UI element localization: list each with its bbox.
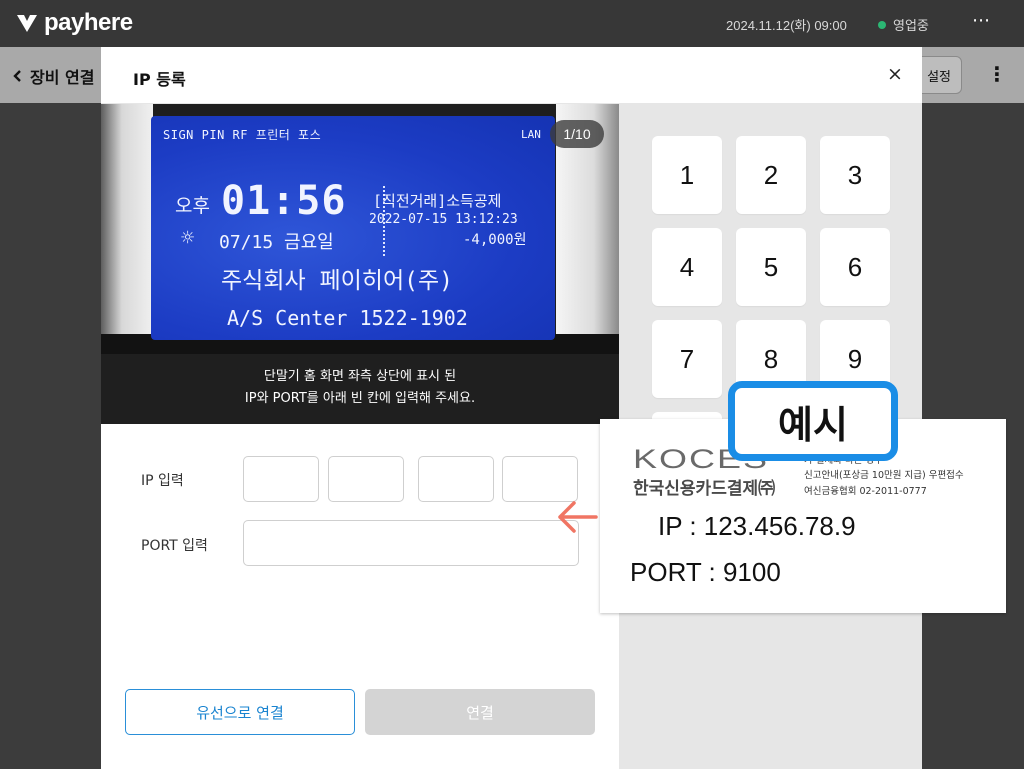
keypad-key-4[interactable]: 4 [652, 228, 722, 306]
example-port-line: PORT : 9100 [630, 557, 781, 587]
example-badge: 예시 [728, 381, 898, 461]
arrow-left-icon [558, 501, 598, 533]
ip-input-label: IP 입력 [141, 473, 184, 489]
modal-title: IP 등록 [133, 70, 186, 89]
terminal-screen: SIGN PIN RF 프린터 포스 LAN 오후 01:56 ☼ 07/15 … [151, 116, 555, 340]
store-status: 영업중 [878, 15, 929, 34]
keypad-key-2[interactable]: 2 [736, 136, 806, 214]
receipt-notice-line-2: 신고안내(포상금 10만원 지급) 우편접수 [804, 470, 964, 481]
more-menu-icon[interactable]: ⋯ [972, 10, 991, 31]
kocces-company-name: 한국신용카드결제㈜ [633, 479, 776, 499]
connect-button[interactable]: 연결 [365, 689, 595, 735]
terminal-image: SIGN PIN RF 프린터 포스 LAN 오후 01:56 ☼ 07/15 … [101, 104, 619, 354]
chevron-left-icon [13, 70, 21, 82]
port-input-label: PORT 입력 [141, 538, 208, 554]
back-label: 장비 연결 [30, 68, 95, 87]
instruction-line-1: 단말기 홈 화면 좌측 상단에 표시 된 [263, 369, 457, 384]
ip-octet-4-input[interactable] [502, 456, 578, 502]
lcd-as-center: A/S Center 1522-1902 [227, 306, 468, 330]
terminal-frame-left [101, 104, 153, 354]
lcd-last-transaction: [직전거래]소득공제 [373, 192, 502, 210]
keypad-key-5[interactable]: 5 [736, 228, 806, 306]
wired-connect-button[interactable]: 유선으로 연결 [125, 689, 355, 735]
modal-header: IP 등록 × [101, 47, 922, 104]
image-page-indicator: 1/10 [550, 120, 604, 148]
ip-octet-3-input[interactable] [418, 456, 494, 502]
instruction-text: 단말기 홈 화면 좌측 상단에 표시 된 IP와 PORT를 아래 빈 칸에 입… [101, 354, 619, 424]
close-icon[interactable]: × [887, 63, 903, 85]
payhere-logo-icon [17, 15, 37, 32]
keypad-key-6[interactable]: 6 [820, 228, 890, 306]
lcd-lan-text: LAN [521, 128, 541, 141]
top-bar: payhere 2024.11.12(화) 09:00 영업중 ⋯ [0, 0, 1024, 47]
lcd-transaction-datetime: 2022-07-15 13:12:23 [369, 212, 518, 227]
example-ip-line: IP : 123.456.78.9 [658, 511, 856, 541]
lcd-company: 주식회사 페이히어(주) [221, 268, 453, 294]
lcd-date: 07/15 금요일 [219, 232, 334, 253]
lcd-ampm: 오후 [175, 195, 210, 217]
ip-octet-2-input[interactable] [328, 456, 404, 502]
ip-octet-1-input[interactable] [243, 456, 319, 502]
more-vertical-icon[interactable]: ⋮ [987, 62, 1007, 86]
back-button[interactable]: 장비 연결 [12, 64, 94, 88]
keypad-key-7[interactable]: 7 [652, 320, 722, 398]
port-input[interactable] [243, 520, 579, 566]
status-dot-icon [878, 20, 886, 29]
lcd-status-text: SIGN PIN RF 프린터 포스 [163, 128, 322, 142]
lcd-time: 01:56 [221, 178, 347, 224]
app-name: payhere [44, 9, 133, 36]
payhere-logo: payhere [16, 9, 133, 37]
sun-icon: ☼ [181, 226, 195, 251]
keypad-key-1[interactable]: 1 [652, 136, 722, 214]
status-label: 영업중 [893, 19, 929, 34]
receipt-notice-line-3: 여신금융협회 02-2011-0777 [804, 486, 927, 497]
lcd-transaction-amount: -4,000원 [463, 232, 527, 248]
keypad-key-3[interactable]: 3 [820, 136, 890, 214]
current-datetime: 2024.11.12(화) 09:00 [726, 18, 847, 33]
instruction-line-2: IP와 PORT를 아래 빈 칸에 입력해 주세요. [244, 391, 476, 406]
